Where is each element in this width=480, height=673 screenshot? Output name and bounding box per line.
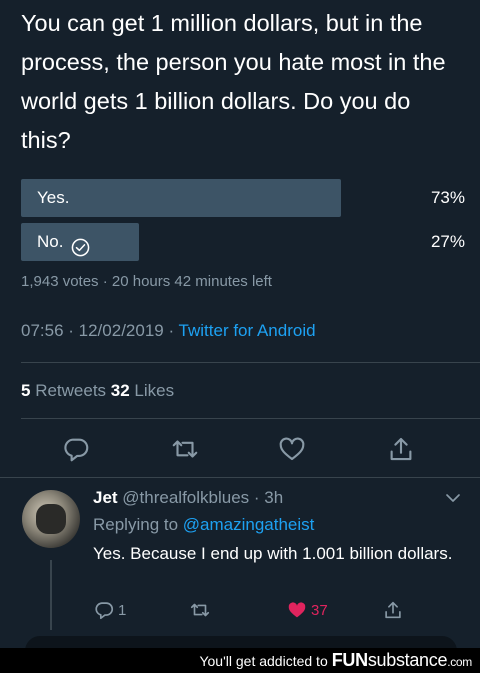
watermark-tagline: You'll get addicted to bbox=[199, 652, 328, 669]
reply-handle-time: @threalfolkblues · 3h bbox=[117, 488, 284, 507]
divider bbox=[21, 362, 480, 363]
watermark-brand-fun: FUN bbox=[331, 650, 368, 670]
chevron-down-icon[interactable] bbox=[443, 488, 463, 508]
reply-icon bbox=[95, 602, 114, 620]
poll-meta: 1,943 votes · 20 hours 42 minutes left bbox=[21, 273, 272, 290]
timestamp-text: 07:56 · 12/02/2019 · bbox=[21, 321, 179, 340]
replying-prefix: Replying to bbox=[93, 515, 183, 534]
avatar[interactable] bbox=[22, 490, 80, 548]
reply-header: Jet @threalfolkblues · 3h bbox=[93, 488, 283, 508]
tweet-stats: 5 Retweets 32 Likes bbox=[21, 381, 174, 401]
divider bbox=[21, 418, 480, 419]
watermark-brand-sub: substance bbox=[367, 650, 448, 670]
reply-reply-button[interactable]: 1 bbox=[93, 598, 126, 622]
tweet-text: You can get 1 million dollars, but in th… bbox=[21, 10, 446, 153]
likes-label[interactable]: Likes bbox=[130, 381, 174, 400]
tweet-source-link[interactable]: Twitter for Android bbox=[179, 321, 316, 340]
avatar-image bbox=[36, 504, 66, 534]
reply-like-button[interactable]: 37 bbox=[286, 598, 328, 622]
likes-count[interactable]: 32 bbox=[111, 381, 130, 400]
reply-retweet-button[interactable] bbox=[189, 598, 211, 622]
poll-option-no: No. 27% bbox=[21, 223, 465, 261]
poll-label-yes: Yes. bbox=[37, 188, 70, 207]
watermark-logo: FUNsubstance.com bbox=[331, 650, 473, 671]
share-icon[interactable] bbox=[386, 434, 416, 464]
poll-percent-yes: 73% bbox=[430, 188, 465, 207]
replying-handle-link[interactable]: @amazingatheist bbox=[183, 515, 315, 534]
retweets-label[interactable]: Retweets bbox=[30, 381, 110, 400]
reply-text: Yes. Because I end up with 1.001 billion… bbox=[93, 544, 453, 563]
replying-to: Replying to @amazingatheist bbox=[93, 515, 314, 535]
poll-label-no: No. bbox=[37, 232, 64, 251]
heart-filled-icon bbox=[288, 602, 306, 618]
reply-like-count: 37 bbox=[311, 601, 328, 619]
watermark-banner: You'll get addicted to FUNsubstance.com bbox=[0, 648, 480, 673]
divider bbox=[0, 477, 480, 478]
check-circle-icon bbox=[71, 233, 90, 256]
thread-line bbox=[50, 560, 52, 630]
reply-icon[interactable] bbox=[61, 434, 91, 464]
tweet-timestamp: 07:56 · 12/02/2019 · Twitter for Android bbox=[21, 321, 316, 341]
share-icon bbox=[385, 601, 401, 619]
retweet-icon[interactable] bbox=[170, 434, 200, 464]
poll-percent-no: 27% bbox=[430, 232, 465, 251]
poll-option-yes: Yes. 73% bbox=[21, 179, 465, 217]
reply-reply-count: 1 bbox=[118, 601, 127, 619]
heart-icon[interactable] bbox=[277, 434, 307, 464]
reply-author-name[interactable]: Jet bbox=[93, 488, 118, 507]
watermark-brand-dot: .com bbox=[447, 655, 472, 669]
reply-share-button[interactable] bbox=[382, 598, 404, 622]
retweet-icon bbox=[190, 603, 210, 617]
